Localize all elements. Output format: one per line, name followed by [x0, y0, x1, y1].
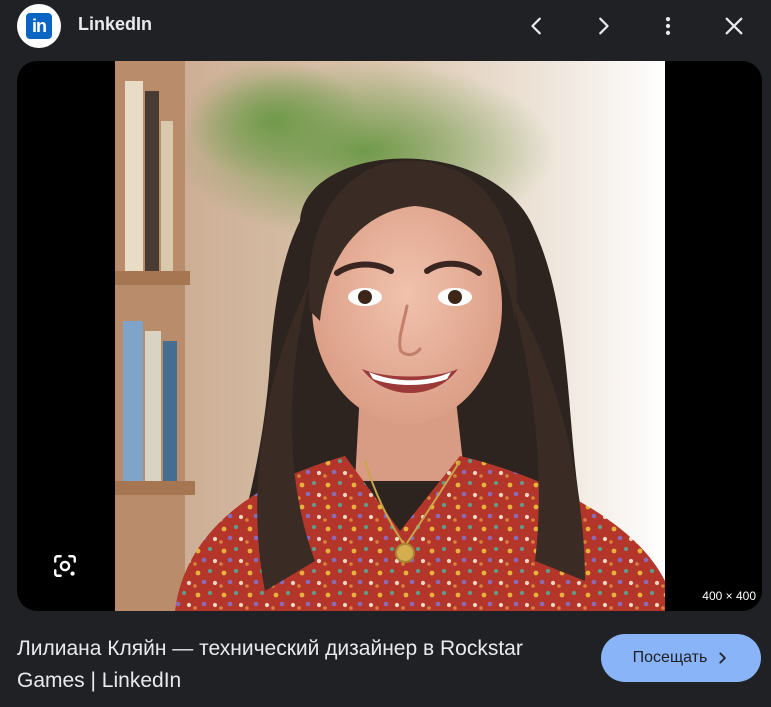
profile-photo[interactable]: [115, 61, 665, 611]
visit-button-label: Посещать: [632, 649, 708, 666]
chevron-left-icon: [531, 17, 541, 35]
more-options-button[interactable]: [650, 8, 686, 44]
image-dimensions: 400 × 400: [702, 589, 756, 603]
viewer-header: in LinkedIn: [0, 0, 771, 56]
site-name[interactable]: LinkedIn: [78, 14, 152, 35]
visit-button[interactable]: Посещать: [601, 634, 761, 682]
close-icon: [725, 17, 743, 35]
lens-search-button[interactable]: [47, 548, 83, 584]
close-button[interactable]: [716, 8, 752, 44]
previous-button[interactable]: [519, 8, 555, 44]
result-title[interactable]: Лилиана Кляйн — технический дизайнер в R…: [17, 633, 577, 697]
chevron-right-icon: [599, 17, 609, 35]
next-button[interactable]: [585, 8, 621, 44]
image-viewer: 400 × 400: [17, 61, 762, 611]
more-vert-icon: [665, 17, 671, 35]
linkedin-logo-tile: in: [26, 13, 52, 39]
chevron-right-icon: [719, 652, 727, 664]
google-lens-icon: [54, 555, 76, 577]
linkedin-logo[interactable]: in: [17, 4, 61, 48]
